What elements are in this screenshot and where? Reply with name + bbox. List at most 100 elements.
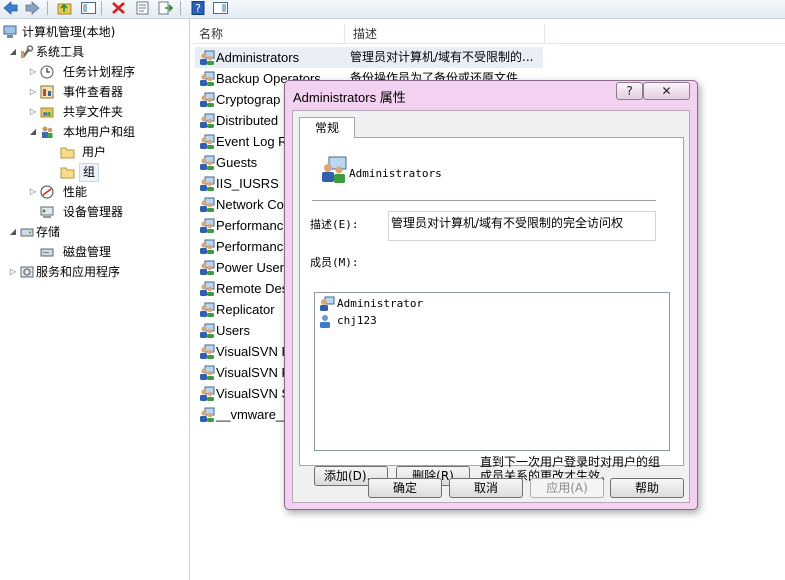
group-name-cell: Power User — [216, 260, 284, 275]
group-name: Administrators — [349, 167, 442, 180]
tools-icon — [20, 45, 34, 59]
toolbar-separator — [180, 1, 181, 15]
group-icon — [199, 134, 215, 149]
user-icon — [319, 296, 335, 311]
storage-icon — [20, 225, 34, 239]
shared-folder-icon — [40, 105, 54, 119]
expanded-arrow-icon[interactable]: ◢ — [8, 222, 18, 242]
group-name-cell: Event Log R — [216, 134, 288, 149]
toolbar-separator — [101, 1, 102, 15]
tree-item-label: 性能 — [63, 185, 88, 199]
tree-item-label: 服务和应用程序 — [36, 265, 121, 279]
svg-text:?: ? — [195, 2, 201, 15]
list-header: 名称 描述 — [191, 25, 785, 44]
group-icon — [199, 218, 215, 233]
navigation-tree: 计算机管理(本地) ◢ 系统工具 ▷ 任务计划程序 ▷ 事件查看器 ▷ 共享文件… — [0, 19, 190, 580]
tree-item-label: 设备管理器 — [63, 205, 124, 219]
expanded-arrow-icon[interactable]: ◢ — [8, 42, 18, 62]
user-icon — [319, 313, 335, 328]
device-manager-icon — [40, 205, 54, 219]
collapsed-arrow-icon[interactable]: ▷ — [28, 182, 38, 202]
group-name-cell: Administrators — [216, 50, 300, 65]
group-row[interactable]: Administrators 管理员对计算机/域有不受限制的... — [195, 47, 543, 68]
group-name-cell: VisualSVN R — [216, 344, 291, 359]
clock-icon — [40, 65, 54, 79]
disk-icon — [40, 245, 54, 259]
group-icon — [199, 197, 215, 212]
member-name: Administrator — [337, 297, 424, 310]
tree-item-label: 组 — [79, 163, 100, 182]
column-header-name[interactable]: 名称 — [191, 25, 345, 43]
tree-item-label: 磁盘管理 — [63, 245, 112, 259]
export-list-icon[interactable] — [157, 0, 174, 16]
separator-line — [312, 200, 656, 201]
collapsed-arrow-icon[interactable]: ▷ — [28, 102, 38, 122]
apply-button: 应用(A) — [530, 478, 604, 498]
group-name-cell: Performanc — [216, 218, 284, 233]
tab-general[interactable]: 常规 — [299, 117, 355, 138]
dialog-title: Administrators 属性 — [293, 90, 406, 105]
members-label: 成员(M): — [310, 256, 359, 269]
properties-icon[interactable] — [134, 0, 151, 16]
members-list[interactable]: Administrator chj123 — [314, 292, 670, 451]
group-description-cell: 管理员对计算机/域有不受限制的... — [350, 50, 534, 64]
group-name-cell: Cryptograp — [216, 92, 281, 107]
group-icon — [199, 323, 215, 338]
column-header-description[interactable]: 描述 — [345, 25, 545, 43]
help-icon[interactable]: ? — [190, 0, 207, 16]
back-arrow-icon[interactable] — [2, 0, 19, 16]
group-icon — [199, 344, 215, 359]
services-icon — [20, 265, 34, 279]
toolbar-separator — [47, 1, 48, 15]
description-field[interactable]: 管理员对计算机/域有不受限制的完全访问权 — [388, 211, 656, 241]
dialog-help-button[interactable]: ? — [616, 82, 643, 100]
show-hide-tree-icon[interactable] — [80, 0, 97, 16]
help-button[interactable]: 帮助 — [610, 478, 684, 498]
computer-management-icon — [3, 25, 17, 39]
group-name-cell: VisualSVN S — [216, 386, 291, 401]
event-viewer-icon — [40, 85, 54, 99]
users-icon — [40, 125, 54, 139]
collapsed-arrow-icon[interactable]: ▷ — [28, 82, 38, 102]
group-icon — [199, 281, 215, 296]
group-icon — [199, 302, 215, 317]
group-name-cell: Guests — [216, 155, 258, 170]
change-note-line: 直到下一次用户登录时对用户的组 — [480, 455, 661, 469]
tree-item-label: 本地用户和组 — [63, 125, 136, 139]
group-icon — [199, 407, 215, 422]
group-large-icon — [320, 156, 348, 184]
group-name-cell: Remote Des — [216, 281, 289, 296]
group-name-cell: __vmware__ — [216, 407, 291, 422]
group-icon — [199, 113, 215, 128]
group-name-cell: IIS_IUSRS — [216, 176, 279, 191]
group-name-cell: Distributed — [216, 113, 279, 128]
action-pane-icon[interactable] — [212, 0, 229, 16]
dialog-close-button[interactable]: ✕ — [643, 82, 690, 100]
group-name-cell: VisualSVN R — [216, 365, 291, 380]
group-name-cell: Replicator — [216, 302, 275, 317]
delete-icon[interactable] — [110, 0, 127, 16]
forward-arrow-icon[interactable] — [24, 0, 41, 16]
dialog-body: 常规 Administrators 描述(E): 管理员对计算机/域有不受限制的… — [292, 110, 690, 503]
collapsed-arrow-icon[interactable]: ▷ — [28, 62, 38, 82]
description-label: 描述(E): — [310, 218, 359, 231]
toolbar: ? — [0, 0, 785, 19]
group-icon — [199, 365, 215, 380]
group-icon — [199, 260, 215, 275]
tree-item-label: 存储 — [36, 225, 61, 239]
group-name-cell: Network Co — [216, 197, 284, 212]
folder-icon — [60, 145, 75, 159]
group-icon — [199, 71, 215, 86]
tree-item-label: 用户 — [82, 145, 107, 159]
collapsed-arrow-icon[interactable]: ▷ — [8, 262, 18, 282]
group-icon — [199, 155, 215, 170]
up-folder-icon[interactable] — [56, 0, 73, 16]
tree-item-label: 计算机管理(本地) — [22, 25, 116, 39]
cancel-button[interactable]: 取消 — [449, 478, 523, 498]
tree-item-label: 任务计划程序 — [63, 65, 136, 79]
group-icon — [199, 176, 215, 191]
ok-button[interactable]: 确定 — [368, 478, 442, 498]
properties-dialog: Administrators 属性 ? ✕ 常规 Administrators … — [284, 80, 698, 510]
expanded-arrow-icon[interactable]: ◢ — [28, 122, 38, 142]
group-name-cell: Performanc — [216, 239, 284, 254]
